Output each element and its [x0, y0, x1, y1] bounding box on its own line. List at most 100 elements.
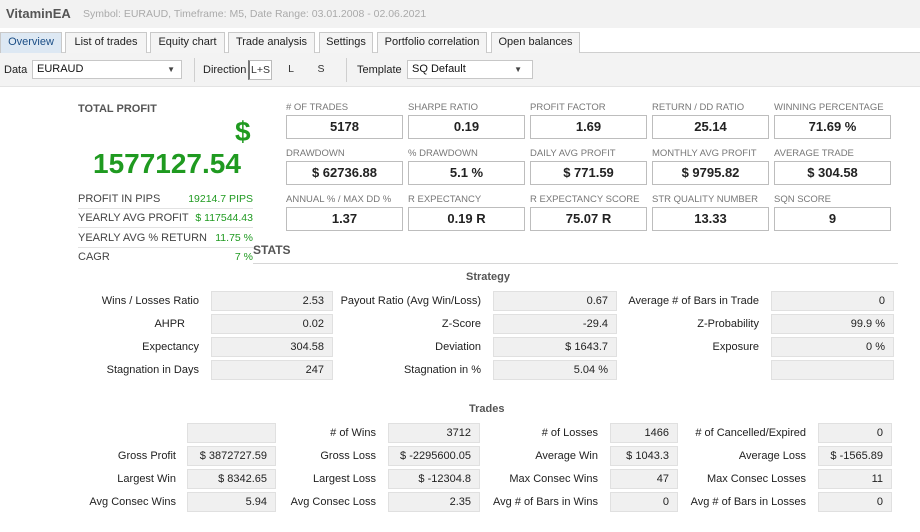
stat-label: Exposure	[712, 341, 759, 353]
stat-value: 5.04 %	[493, 360, 617, 380]
tab-equity-chart[interactable]: Equity chart	[150, 32, 225, 53]
divider	[78, 247, 253, 248]
metric-sqn-score: SQN SCORE 9	[774, 194, 891, 231]
stat-value-empty	[187, 423, 276, 443]
yearly-avg-profit-label: YEARLY AVG PROFIT	[78, 212, 189, 224]
strategy-section-title: Strategy	[466, 271, 511, 283]
metric-r-expectancy-score: R EXPECTANCY SCORE 75.07 R	[530, 194, 647, 231]
stat-label: Stagnation in Days	[106, 364, 199, 376]
stat-label: Avg Consec Loss	[290, 496, 376, 508]
metric-monthly-avg-profit: MONTHLY AVG PROFIT $ 9795.82	[652, 148, 769, 185]
metric-label: DAILY AVG PROFIT	[530, 148, 616, 159]
stat-label: # of Losses	[541, 427, 598, 439]
metric-value: 1.69	[530, 115, 647, 139]
stat-value: 304.58	[211, 337, 333, 357]
metric-value: 5178	[286, 115, 403, 139]
metric-str-quality-number: STR QUALITY NUMBER 13.33	[652, 194, 769, 231]
stat-value: -29.4	[493, 314, 617, 334]
metric-return-dd-ratio: RETURN / DD RATIO 25.14	[652, 102, 769, 139]
metric-label: SHARPE RATIO	[408, 102, 479, 113]
metric-winning-percentage: WINNING PERCENTAGE 71.69 %	[774, 102, 891, 139]
stat-label: Stagnation in %	[403, 364, 481, 376]
metric-annual-max-dd: ANNUAL % / MAX DD % 1.37	[286, 194, 403, 231]
stat-label: Avg Consec Wins	[89, 496, 176, 508]
cagr-row: CAGR 7 %	[78, 251, 253, 265]
stat-value: 47	[610, 469, 678, 489]
stat-value: 2.53	[211, 291, 333, 311]
yearly-avg-profit-row: YEARLY AVG PROFIT $ 117544.43	[78, 212, 253, 226]
stat-label: # of Wins	[330, 427, 376, 439]
stat-value: 0	[771, 291, 894, 311]
metric-value: 25.14	[652, 115, 769, 139]
stat-value: 247	[211, 360, 333, 380]
yearly-avg-return-row: YEARLY AVG % RETURN 11.75 %	[78, 232, 253, 246]
metric-value: $ 62736.88	[286, 161, 403, 185]
tab-open-balances[interactable]: Open balances	[491, 32, 580, 53]
total-profit-value: 1577127.54	[93, 148, 241, 179]
stat-label: Gross Loss	[320, 450, 376, 462]
stat-label: # of Cancelled/Expired	[695, 427, 806, 439]
yearly-avg-return-label: YEARLY AVG % RETURN	[78, 232, 207, 244]
divider	[253, 263, 898, 264]
separator	[194, 58, 195, 82]
metric-sharpe-ratio: SHARPE RATIO 0.19	[408, 102, 525, 139]
chevron-down-icon: ▼	[167, 65, 175, 74]
strategy-info: Symbol: EURAUD, Timeframe: M5, Date Rang…	[83, 8, 427, 20]
metric-value: $ 304.58	[774, 161, 891, 185]
tab-overview[interactable]: Overview	[0, 32, 62, 54]
stat-label: Gross Profit	[117, 450, 176, 462]
direction-short-button[interactable]: S	[309, 60, 333, 80]
metric-value: 13.33	[652, 207, 769, 231]
data-select[interactable]: EURAUD ▼	[32, 60, 182, 79]
toolbar: Data EURAUD ▼ Direction L+S L S Template…	[0, 53, 920, 87]
metric-trades: # OF TRADES 5178	[286, 102, 403, 139]
metric-label: % DRAWDOWN	[408, 148, 478, 159]
stat-label: Average # of Bars in Trade	[628, 295, 759, 307]
metric-average-trade: AVERAGE TRADE $ 304.58	[774, 148, 891, 185]
stat-value: 1466	[610, 423, 678, 443]
stat-label: Payout Ratio (Avg Win/Loss)	[340, 295, 481, 307]
direction-long-short-button[interactable]: L+S	[248, 60, 272, 80]
tab-portfolio-correlation[interactable]: Portfolio correlation	[377, 32, 487, 53]
template-select[interactable]: SQ Default ▼	[407, 60, 533, 79]
divider	[78, 208, 253, 209]
template-select-value: SQ Default	[412, 63, 466, 75]
divider	[78, 227, 253, 228]
metric-label: STR QUALITY NUMBER	[652, 194, 758, 205]
stat-label: Largest Loss	[313, 473, 376, 485]
metric-label: # OF TRADES	[286, 102, 349, 113]
stat-value: 0	[610, 492, 678, 512]
metric-label: PROFIT FACTOR	[530, 102, 606, 113]
cagr-value: 7 %	[234, 251, 253, 263]
metric-r-expectancy: R EXPECTANCY 0.19 R	[408, 194, 525, 231]
stat-label: Deviation	[435, 341, 481, 353]
metric-value: 71.69 %	[774, 115, 891, 139]
tab-trade-analysis[interactable]: Trade analysis	[228, 32, 315, 53]
stat-value: 0	[818, 492, 892, 512]
stat-value: $ -2295600.05	[388, 446, 480, 466]
tab-list-of-trades[interactable]: List of trades	[65, 32, 147, 53]
stat-value: 0.02	[211, 314, 333, 334]
metric-value: 0.19	[408, 115, 525, 139]
metric-label: WINNING PERCENTAGE	[774, 102, 884, 113]
profit-in-pips-value: 19214.7 PIPS	[188, 193, 253, 205]
stat-value: 11	[818, 469, 892, 489]
data-select-value: EURAUD	[37, 63, 84, 75]
tab-settings[interactable]: Settings	[319, 32, 373, 53]
total-profit-label: TOTAL PROFIT	[78, 103, 157, 115]
template-label: Template	[357, 64, 402, 76]
direction-label: Direction	[203, 64, 247, 76]
app-title: VitaminEA	[6, 6, 71, 21]
stat-label: Largest Win	[117, 473, 176, 485]
stat-value: 3712	[388, 423, 480, 443]
yearly-avg-return-value: 11.75 %	[215, 232, 253, 244]
metric-label: R EXPECTANCY	[408, 194, 482, 205]
stat-label: Z-Probability	[697, 318, 759, 330]
metric-value: 9	[774, 207, 891, 231]
metric-profit-factor: PROFIT FACTOR 1.69	[530, 102, 647, 139]
direction-long-button[interactable]: L	[279, 60, 303, 80]
stat-label: Average Win	[535, 450, 598, 462]
metric-percent-drawdown: % DRAWDOWN 5.1 %	[408, 148, 525, 185]
metric-label: RETURN / DD RATIO	[652, 102, 745, 113]
stat-value: 0	[818, 423, 892, 443]
